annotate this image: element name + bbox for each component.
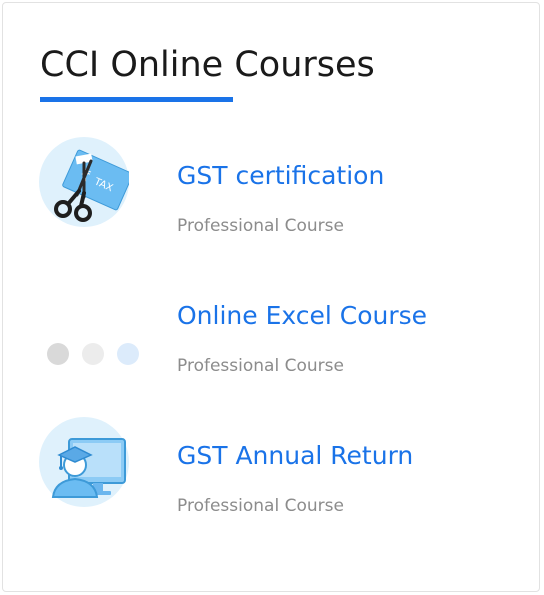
- course-link-gst-certification[interactable]: GST certification: [177, 159, 384, 193]
- course-type-label: Professional Course: [177, 496, 344, 516]
- course-type-label: Professional Course: [177, 216, 344, 236]
- loading-dot: [117, 343, 139, 365]
- widget-title: CCI Online Courses: [40, 45, 375, 85]
- graduate-computer-icon: [39, 417, 129, 507]
- course-item-online-excel-course: Online Excel Course Professional Course: [3, 277, 541, 397]
- course-item-gst-annual-return: GST Annual Return Professional Course: [3, 417, 541, 537]
- course-type-label: Professional Course: [177, 356, 344, 376]
- course-link-gst-annual-return[interactable]: GST Annual Return: [177, 439, 413, 473]
- courses-card: CCI Online Courses ₹ TAX GST certificati…: [2, 2, 540, 592]
- loading-dot: [82, 343, 104, 365]
- course-link-online-excel-course[interactable]: Online Excel Course: [177, 299, 427, 333]
- tax-scissors-icon: ₹ TAX: [39, 137, 129, 227]
- title-underline: [40, 97, 233, 102]
- loading-dots-icon: [47, 343, 147, 367]
- course-item-gst-certification: ₹ TAX GST certification Professional Cou…: [3, 137, 541, 257]
- loading-dot: [47, 343, 69, 365]
